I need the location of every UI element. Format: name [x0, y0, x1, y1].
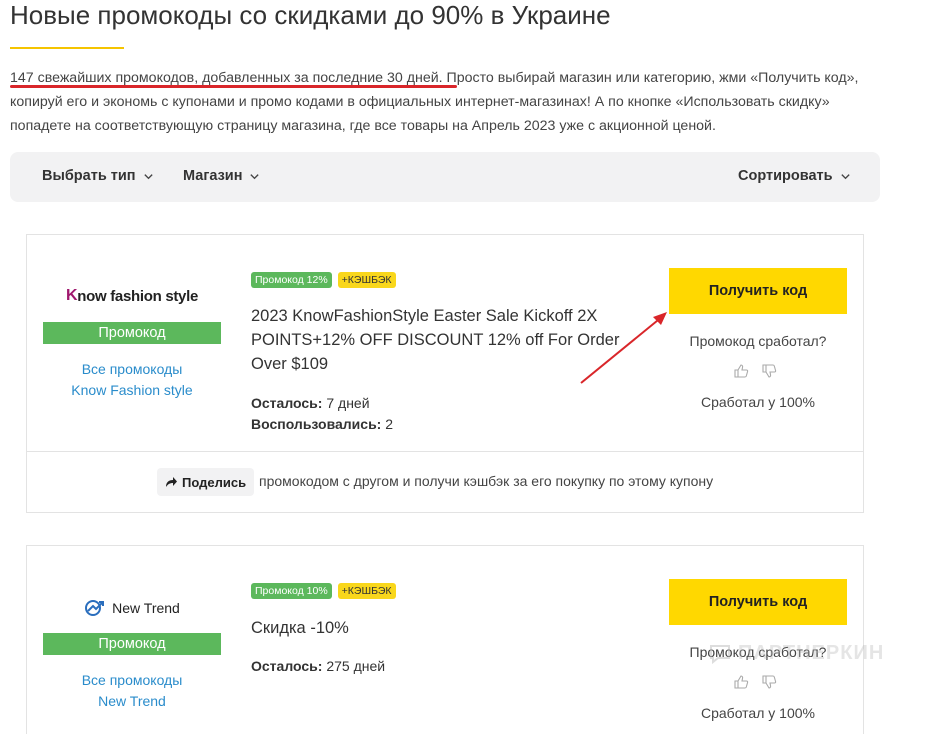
thumbs-up-icon[interactable]: [733, 363, 749, 379]
coupon-card: New Trend Промокод Все промокоды New Tre…: [26, 545, 864, 734]
share-arrow-icon: [166, 477, 177, 487]
thumbs-down-icon[interactable]: [761, 674, 777, 690]
worked-question: Промокод сработал?: [689, 333, 827, 349]
title-underline: [10, 47, 124, 49]
new-trend-logo-icon: [85, 600, 105, 616]
share-row: Поделись промокодом с другом и получи кэ…: [27, 451, 863, 513]
offer-title[interactable]: Скидка -10%: [251, 616, 651, 640]
all-promos-link[interactable]: Все промокоды New Trend: [43, 670, 221, 712]
get-code-button[interactable]: Получить код: [669, 268, 847, 314]
thumbs-down-icon[interactable]: [761, 363, 777, 379]
vote-group: [733, 674, 777, 690]
watermark-chat-icon: [710, 644, 730, 664]
shop-logo-know-fashion-style[interactable]: Know fashion style: [43, 281, 221, 311]
badge-group: Промокод 12% +КЭШБЭК: [251, 272, 396, 288]
intro-highlight: 147 свежайших промокодов, добавленных за…: [10, 70, 439, 86]
worked-percent: Сработал у 100%: [701, 705, 815, 721]
intro-text: 147 свежайших промокодов, добавленных за…: [10, 66, 890, 138]
share-text: промокодом с другом и получи кэшбэк за е…: [259, 473, 714, 489]
used-info: Воспользовались: 2: [251, 416, 394, 432]
promo-type-label: Промокод: [43, 322, 221, 344]
promo-percent-badge: Промокод 12%: [251, 272, 332, 288]
promo-percent-badge: Промокод 10%: [251, 583, 332, 599]
remaining-info: Осталось: 275 дней: [251, 658, 386, 674]
coupon-card: Know fashion style Промокод Все промокод…: [26, 234, 864, 513]
cashback-badge: +КЭШБЭК: [337, 272, 396, 288]
page-title: Новые промокоды со скидками до 90% в Укр…: [10, 0, 611, 30]
sort-label: Сортировать: [738, 168, 833, 184]
red-annotation-arrow: [580, 312, 667, 384]
get-code-button[interactable]: Получить код: [669, 579, 847, 625]
watermark: ПАРТНЕРКИН: [708, 642, 884, 665]
worked-percent: Сработал у 100%: [701, 394, 815, 410]
share-button[interactable]: Поделись: [157, 468, 255, 496]
sort-dropdown[interactable]: Сортировать: [738, 168, 851, 184]
filter-type-label: Выбрать тип: [42, 168, 136, 184]
chevron-down-icon: [840, 173, 850, 179]
filter-shop-label: Магазин: [183, 168, 243, 184]
badge-group: Промокод 10% +КЭШБЭК: [251, 583, 396, 599]
chevron-down-icon: [250, 173, 260, 179]
all-promos-link[interactable]: Все промокоды Know Fashion style: [43, 359, 221, 401]
thumbs-up-icon[interactable]: [733, 674, 749, 690]
chevron-down-icon: [143, 173, 153, 179]
filter-shop-dropdown[interactable]: Магазин: [183, 168, 260, 184]
promo-type-label: Промокод: [43, 633, 221, 655]
cashback-badge: +КЭШБЭК: [337, 583, 396, 599]
filter-type-dropdown[interactable]: Выбрать тип: [42, 168, 154, 184]
filter-bar: Выбрать тип Магазин Сортировать: [10, 152, 880, 202]
remaining-info: Осталось: 7 дней: [251, 395, 370, 411]
red-annotation-underline: [10, 85, 457, 88]
vote-group: [733, 363, 777, 379]
shop-logo-new-trend[interactable]: New Trend: [43, 596, 221, 620]
